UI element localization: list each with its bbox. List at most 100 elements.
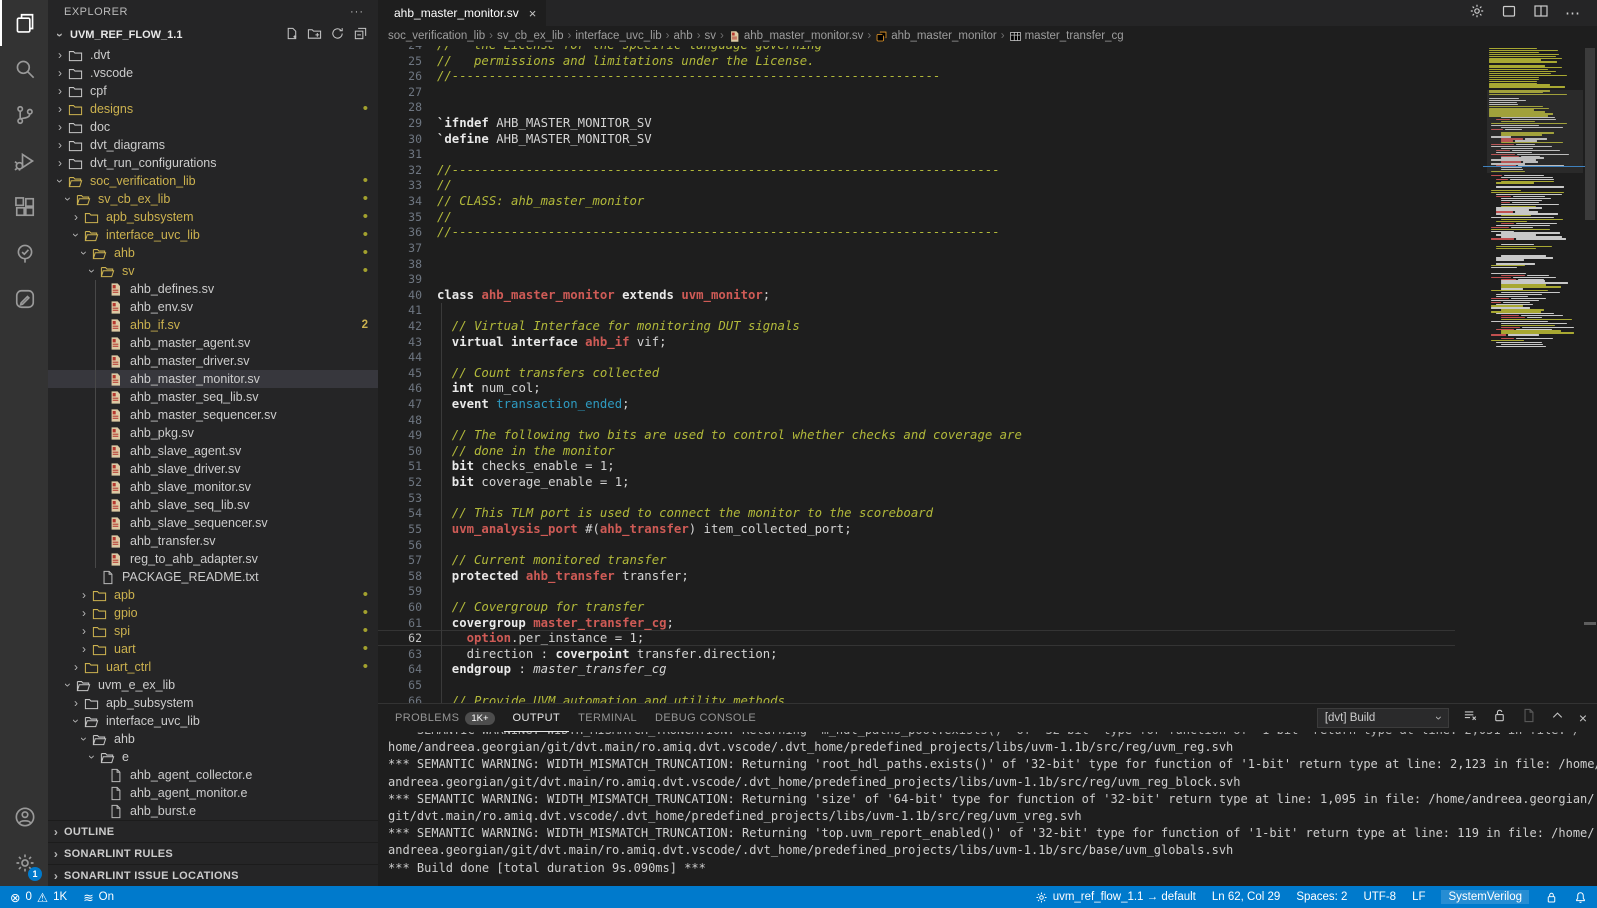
tree-item-doc[interactable]: ›doc xyxy=(48,118,378,136)
tree-item-ahb-slave-sequencer-sv[interactable]: ahb_slave_sequencer.sv xyxy=(48,514,378,532)
code-line-30[interactable]: 30`define AHB_MASTER_MONITOR_SV xyxy=(378,131,1455,147)
code-line-35[interactable]: 35// xyxy=(378,209,1455,225)
breadcrumb-item[interactable]: master_transfer_cg xyxy=(1009,30,1124,43)
search-icon[interactable] xyxy=(0,46,48,92)
tree-item--vscode[interactable]: ›.vscode xyxy=(48,64,378,82)
code-line-25[interactable]: 25// permissions and limitations under t… xyxy=(378,53,1455,69)
code-line-55[interactable]: 55 uvm_analysis_port #(ahb_transfer) ite… xyxy=(378,521,1455,537)
tree-item-uart-ctrl[interactable]: ›uart_ctrl• xyxy=(48,658,378,676)
code-line-45[interactable]: 45 // Count transfers collected xyxy=(378,365,1455,381)
code-line-40[interactable]: 40class ahb_master_monitor extends uvm_m… xyxy=(378,287,1455,303)
code-line-54[interactable]: 54 // This TLM port is used to connect t… xyxy=(378,505,1455,521)
tree-item-e[interactable]: ›e xyxy=(48,748,378,766)
tree-item-reg-to-ahb-adapter-sv[interactable]: reg_to_ahb_adapter.sv xyxy=(48,550,378,568)
tab-close-icon[interactable]: × xyxy=(529,6,537,21)
tree-item-ahb-slave-driver-sv[interactable]: ahb_slave_driver.sv xyxy=(48,460,378,478)
tree-item-ahb-pkg-sv[interactable]: ahb_pkg.sv xyxy=(48,424,378,442)
build-config[interactable]: uvm_ref_flow_1.1 → default xyxy=(1035,891,1196,904)
tree-item-ahb-burst-e[interactable]: ahb_burst.e xyxy=(48,802,378,820)
code-line-57[interactable]: 57 // Current monitored transfer xyxy=(378,552,1455,568)
tree-item-ahb-defines-sv[interactable]: ahb_defines.sv xyxy=(48,280,378,298)
tree-item-dvt-run-configurations[interactable]: ›dvt_run_configurations xyxy=(48,154,378,172)
dvt-tools-icon[interactable] xyxy=(0,276,48,322)
code-line-26[interactable]: 26//------------------------------------… xyxy=(378,68,1455,84)
gear-icon[interactable] xyxy=(1469,3,1485,24)
tree-item-ahb[interactable]: ›ahb xyxy=(48,730,378,748)
code-line-48[interactable]: 48 xyxy=(378,412,1455,428)
eol[interactable]: LF xyxy=(1412,891,1425,903)
code-line-38[interactable]: 38 xyxy=(378,256,1455,272)
tree-item-ahb-slave-agent-sv[interactable]: ahb_slave_agent.sv xyxy=(48,442,378,460)
tab-lock[interactable] xyxy=(1545,891,1558,904)
tree-item-ahb-master-driver-sv[interactable]: ahb_master_driver.sv xyxy=(48,352,378,370)
scrollbar-thumb[interactable] xyxy=(1585,48,1595,220)
panel-tab-problems[interactable]: PROBLEMS1K+ xyxy=(386,704,504,732)
refresh-icon[interactable] xyxy=(330,26,345,44)
code-line-27[interactable]: 27 xyxy=(378,84,1455,100)
code-line-32[interactable]: 32//------------------------------------… xyxy=(378,162,1455,178)
breadcrumb-item[interactable]: ahb xyxy=(674,30,693,42)
code-line-50[interactable]: 50 // done in the monitor xyxy=(378,443,1455,459)
explorer-icon[interactable] xyxy=(0,0,48,46)
code-line-62[interactable]: 62 option.per_instance = 1; xyxy=(378,630,1455,646)
tree-item-ahb-transfer-sv[interactable]: ahb_transfer.sv xyxy=(48,532,378,550)
code-line-33[interactable]: 33// xyxy=(378,177,1455,193)
code-line-44[interactable]: 44 xyxy=(378,349,1455,365)
code-line-34[interactable]: 34// CLASS: ahb_master_monitor xyxy=(378,193,1455,209)
tab-ahb-master-monitor[interactable]: ahb_master_monitor.sv × xyxy=(378,0,547,26)
tree-item-ahb-master-sequencer-sv[interactable]: ahb_master_sequencer.sv xyxy=(48,406,378,424)
panel-tab-terminal[interactable]: TERMINAL xyxy=(569,704,646,732)
code-line-64[interactable]: 64 endgroup : master_transfer_cg xyxy=(378,661,1455,677)
clear-output-icon[interactable] xyxy=(1463,708,1478,728)
breadcrumb-item[interactable]: ahb_master_monitor.sv xyxy=(728,30,864,43)
code-line-43[interactable]: 43 virtual interface ahb_if vif; xyxy=(378,334,1455,350)
code-line-36[interactable]: 36//------------------------------------… xyxy=(378,224,1455,240)
sonarlint-icon[interactable] xyxy=(0,230,48,276)
tree-item--dvt[interactable]: ›.dvt xyxy=(48,46,378,64)
section-sonarlint-rules[interactable]: ›SONARLINT RULES xyxy=(48,842,378,864)
tree-item-apb-subsystem[interactable]: ›apb_subsystem xyxy=(48,694,378,712)
more-actions-icon[interactable]: ⋯ xyxy=(1565,4,1581,22)
accounts-icon[interactable] xyxy=(0,794,48,840)
code-line-56[interactable]: 56 xyxy=(378,537,1455,553)
code-line-63[interactable]: 63 direction : coverpoint transfer.direc… xyxy=(378,646,1455,662)
tree-item-apb[interactable]: ›apb• xyxy=(48,586,378,604)
tree-item-ahb-slave-monitor-sv[interactable]: ahb_slave_monitor.sv xyxy=(48,478,378,496)
indentation[interactable]: Spaces: 2 xyxy=(1296,891,1347,903)
output-channel-select[interactable]: [dvt] Build› xyxy=(1317,708,1449,728)
section-sonarlint-issue-locations[interactable]: ›SONARLINT ISSUE LOCATIONS xyxy=(48,864,378,886)
tree-item-ahb-if-sv[interactable]: ahb_if.sv2 xyxy=(48,316,378,334)
output-console[interactable]: *** SEMANTIC WARNING: WIDTH_MISMATCH_TRU… xyxy=(378,732,1597,886)
panel-tab-output[interactable]: OUTPUT xyxy=(504,704,570,732)
code-line-61[interactable]: 61 covergroup master_transfer_cg; xyxy=(378,615,1455,631)
minimap[interactable] xyxy=(1487,46,1583,703)
extensions-icon[interactable] xyxy=(0,184,48,230)
tree-item-sv-cb-ex-lib[interactable]: ›sv_cb_ex_lib• xyxy=(48,190,378,208)
code-line-37[interactable]: 37 xyxy=(378,240,1455,256)
language-mode[interactable]: SystemVerilog xyxy=(1441,890,1529,904)
code-line-29[interactable]: 29`ifndef AHB_MASTER_MONITOR_SV xyxy=(378,115,1455,131)
tree-item-uart[interactable]: ›uart• xyxy=(48,640,378,658)
tree-item-ahb-master-agent-sv[interactable]: ahb_master_agent.sv xyxy=(48,334,378,352)
notifications[interactable] xyxy=(1574,891,1587,904)
sidebar-more-actions-icon[interactable]: ··· xyxy=(350,6,364,18)
breadcrumb-item[interactable]: ahb_master_monitor xyxy=(875,30,996,43)
tree-item-ahb-env-sv[interactable]: ahb_env.sv xyxy=(48,298,378,316)
tree-item-ahb-agent-collector-e[interactable]: ahb_agent_collector.e xyxy=(48,766,378,784)
run-debug-icon[interactable] xyxy=(0,138,48,184)
code-line-46[interactable]: 46 int num_col; xyxy=(378,380,1455,396)
settings-gear-icon[interactable]: 1 xyxy=(0,840,48,886)
collapse-all-icon[interactable] xyxy=(353,26,368,44)
tree-item-ahb-agent-monitor-e[interactable]: ahb_agent_monitor.e xyxy=(48,784,378,802)
code-line-52[interactable]: 52 bit coverage_enable = 1; xyxy=(378,474,1455,490)
tree-item-ahb-master-monitor-sv[interactable]: ahb_master_monitor.sv xyxy=(48,370,378,388)
code-line-60[interactable]: 60 // Covergroup for transfer xyxy=(378,599,1455,615)
tree-root-uvm-ref-flow[interactable]: › UVM_REF_FLOW_1.1 xyxy=(48,24,378,46)
code-line-66[interactable]: 66 // Provide UVM automation and utility… xyxy=(378,693,1455,703)
encoding[interactable]: UTF-8 xyxy=(1363,891,1396,903)
code-line-51[interactable]: 51 bit checks_enable = 1; xyxy=(378,458,1455,474)
code-line-47[interactable]: 47 event transaction_ended; xyxy=(378,396,1455,412)
code-line-39[interactable]: 39 xyxy=(378,271,1455,287)
tree-item-spi[interactable]: ›spi• xyxy=(48,622,378,640)
sonarlint-status[interactable]: ≋On xyxy=(83,890,114,905)
